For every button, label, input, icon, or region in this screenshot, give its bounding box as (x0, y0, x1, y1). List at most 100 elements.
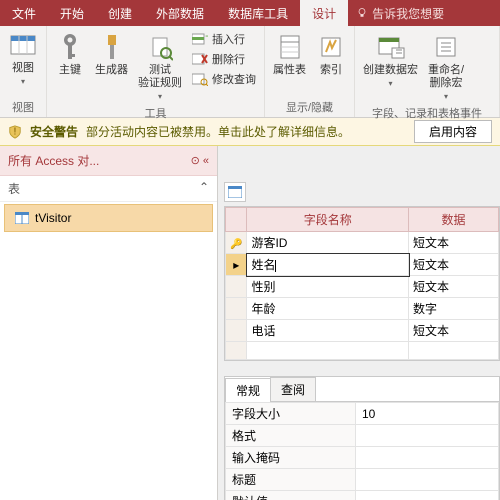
builder-button[interactable]: 生成器 (93, 30, 130, 79)
object-tab[interactable] (224, 182, 246, 202)
table-row[interactable]: 🔑 游客ID短文本 (226, 232, 499, 254)
tell-me[interactable]: 告诉我您想要 (348, 0, 452, 26)
datasheet-icon (9, 32, 37, 60)
delete-row-button[interactable]: 删除行 (190, 50, 258, 68)
group-tools-label: 工具 (53, 103, 258, 121)
tab-lookup[interactable]: 查阅 (270, 377, 316, 401)
data-macro-icon (376, 32, 406, 62)
cell-name[interactable]: 游客ID (247, 232, 409, 254)
property-sheet-button[interactable]: 属性表 (271, 30, 308, 79)
tab-design[interactable]: 设计 (300, 0, 348, 26)
cell-type[interactable]: 短文本 (409, 276, 499, 298)
cell-type[interactable]: 短文本 (409, 320, 499, 342)
prop-name: 字段大小 (226, 403, 356, 425)
col-field-name[interactable]: 字段名称 (247, 208, 409, 232)
insert-row-label: 插入行 (212, 31, 245, 47)
prop-name: 输入掩码 (226, 447, 356, 469)
nav-category[interactable]: 表 ⌃ (0, 176, 217, 202)
primary-key-button[interactable]: 主键 (53, 30, 87, 79)
ribbon: 视图 ▾ 视图 主键 生成器 测试 验证规则 ▾ + (0, 26, 500, 118)
test-label: 测试 验证规则 (138, 64, 182, 90)
group-showhide-label: 显示/隐藏 (271, 97, 348, 115)
table-row[interactable] (226, 342, 499, 360)
create-macro-button[interactable]: 创建数据宏 ▾ (361, 30, 420, 90)
modq-label: 修改查询 (212, 71, 256, 87)
indexes-button[interactable]: 索引 (314, 30, 348, 79)
chevron-down-icon: ▾ (444, 92, 448, 101)
grid-corner (226, 208, 247, 232)
table-row[interactable]: ▸姓名短文本 (226, 254, 499, 276)
main-area: 所有 Access 对... ⊙ « 表 ⌃ tVisitor 字段名称 数据 … (0, 146, 500, 500)
enable-content-button[interactable]: 启用内容 (414, 120, 492, 143)
prop-name: 标题 (226, 469, 356, 491)
field-grid[interactable]: 字段名称 数据 🔑游客ID短文本 ▸姓名短文本 性别短文本 年龄数字 电话短文本 (224, 206, 500, 361)
nav-category-label: 表 (8, 180, 20, 197)
cell-type[interactable]: 短文本 (409, 232, 499, 254)
collapse-icon[interactable]: ⊙ « (191, 154, 209, 167)
tell-me-label: 告诉我您想要 (372, 5, 444, 22)
group-views: 视图 ▾ 视图 (0, 26, 47, 117)
group-views-label: 视图 (6, 97, 40, 115)
table-row[interactable]: 性别短文本 (226, 276, 499, 298)
tab-general[interactable]: 常规 (225, 378, 271, 402)
table-row[interactable]: 年龄数字 (226, 298, 499, 320)
insert-row-button[interactable]: + 插入行 (190, 30, 258, 48)
chevron-down-icon: ▾ (158, 92, 162, 101)
nav-item-tvisitor[interactable]: tVisitor (4, 204, 213, 232)
chevron-up-icon: ⌃ (199, 180, 209, 197)
key-icon (57, 32, 83, 62)
prop-value[interactable] (356, 425, 499, 447)
row-selector[interactable]: ▸ (226, 254, 247, 276)
text-cursor (275, 260, 276, 272)
modify-query-button[interactable]: 修改查询 (190, 70, 258, 88)
tab-file[interactable]: 文件 (0, 0, 48, 26)
cell-name[interactable]: 姓名 (247, 254, 409, 276)
cell-type[interactable]: 短文本 (409, 254, 499, 276)
cell-name[interactable]: 年龄 (247, 298, 409, 320)
navigation-pane: 所有 Access 对... ⊙ « 表 ⌃ tVisitor (0, 146, 218, 500)
prop-row[interactable]: 格式 (226, 425, 499, 447)
test-rules-button[interactable]: 测试 验证规则 ▾ (136, 30, 184, 103)
idx-label: 索引 (320, 64, 342, 77)
prop-value[interactable] (356, 447, 499, 469)
table-icon (228, 186, 242, 198)
prop-name: 默认值 (226, 491, 356, 500)
prop-value[interactable]: 10 (356, 403, 499, 425)
prop-name: 格式 (226, 425, 356, 447)
tab-home[interactable]: 开始 (48, 0, 96, 26)
col-data-type[interactable]: 数据 (409, 208, 499, 232)
prop-row[interactable]: 输入掩码 (226, 447, 499, 469)
cell-type[interactable] (409, 342, 499, 360)
builder-label: 生成器 (95, 64, 128, 77)
cell-type[interactable]: 数字 (409, 298, 499, 320)
prop-row[interactable]: 标题 (226, 469, 499, 491)
prop-value[interactable] (356, 491, 499, 500)
chevron-down-icon: ▾ (388, 79, 392, 88)
nav-header[interactable]: 所有 Access 对... ⊙ « (0, 146, 217, 176)
field-properties: 常规 查阅 字段大小10 格式 输入掩码 标题 默认值 验证规则 (224, 376, 500, 500)
svg-text:!: ! (14, 125, 17, 137)
table-icon (15, 212, 29, 224)
rename-macro-button[interactable]: 重命名/ 删除宏 ▾ (426, 30, 466, 103)
prop-value[interactable] (356, 469, 499, 491)
view-label: 视图 (12, 62, 34, 75)
cell-name[interactable]: 电话 (247, 320, 409, 342)
delete-row-icon (192, 52, 208, 66)
key-icon: 🔑 (230, 239, 242, 250)
insert-row-icon: + (192, 32, 208, 46)
cell-name[interactable] (247, 342, 409, 360)
tab-external[interactable]: 外部数据 (144, 0, 216, 26)
rename-label: 重命名/ 删除宏 (428, 64, 464, 90)
group-events: 创建数据宏 ▾ 重命名/ 删除宏 ▾ 字段、记录和表格事件 (355, 26, 500, 117)
prop-row[interactable]: 默认值 (226, 491, 499, 500)
design-surface: 字段名称 数据 🔑游客ID短文本 ▸姓名短文本 性别短文本 年龄数字 电话短文本… (218, 146, 500, 500)
tab-create[interactable]: 创建 (96, 0, 144, 26)
security-message[interactable]: 部分活动内容已被禁用。单击此处了解详细信息。 (86, 123, 350, 140)
table-row[interactable]: 电话短文本 (226, 320, 499, 342)
tab-dbtools[interactable]: 数据库工具 (216, 0, 300, 26)
view-button[interactable]: 视图 ▾ (6, 30, 40, 88)
property-sheet-icon (277, 32, 303, 62)
prop-row[interactable]: 字段大小10 (226, 403, 499, 425)
cell-name[interactable]: 性别 (247, 276, 409, 298)
group-tools: 主键 生成器 测试 验证规则 ▾ + 插入行 删除行 (47, 26, 265, 117)
